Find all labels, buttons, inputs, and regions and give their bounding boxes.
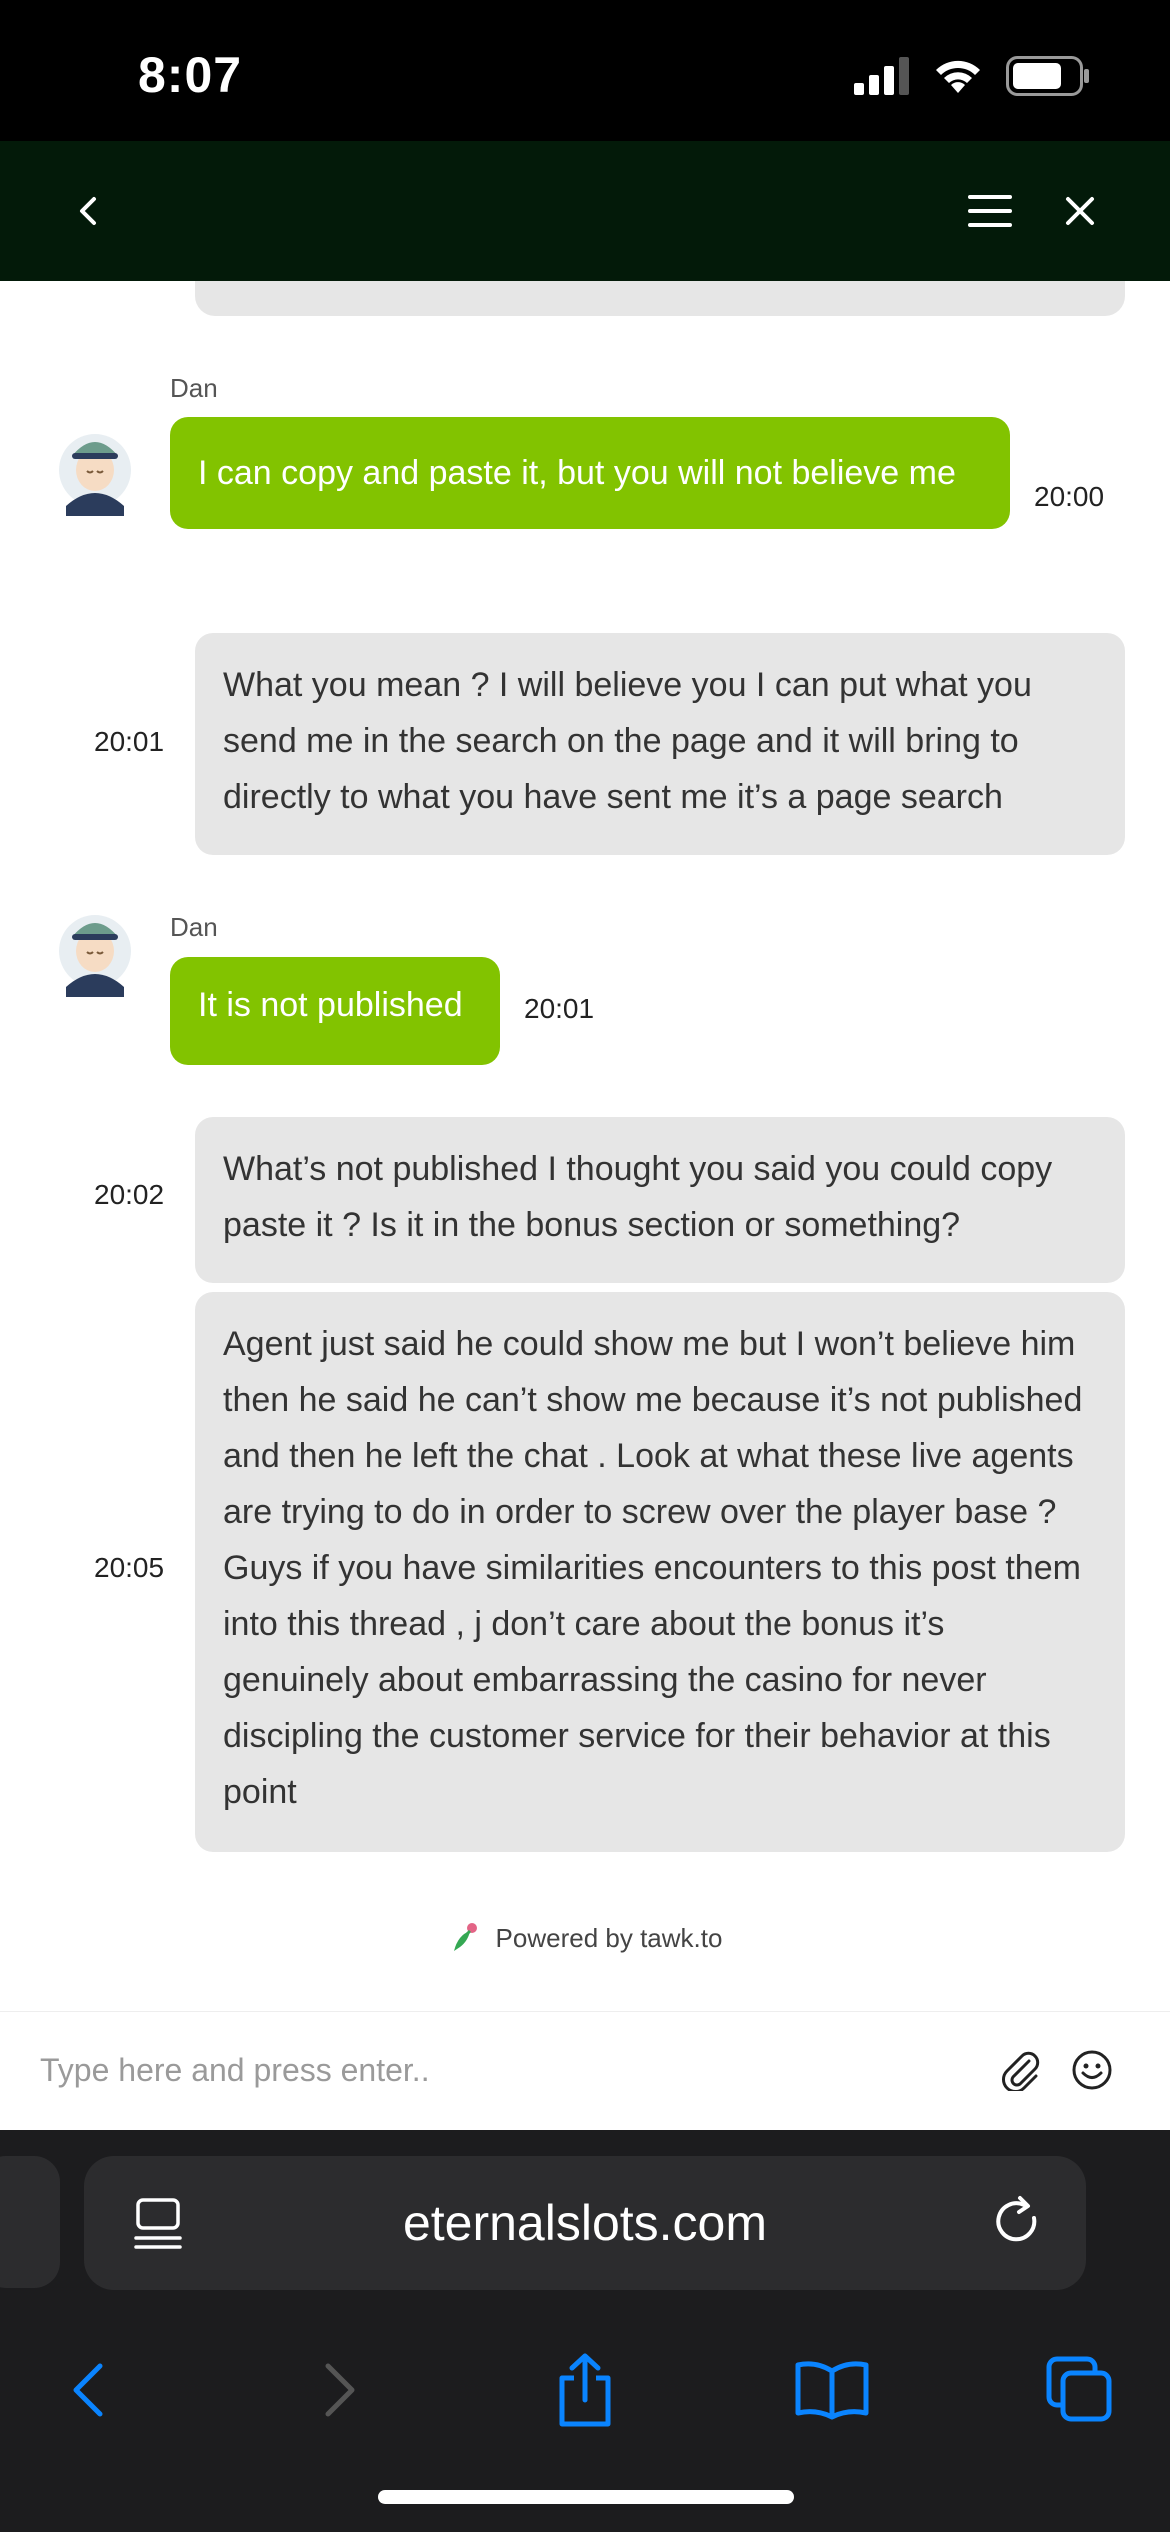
status-bar: 8:07 [0,0,1170,141]
chat-header [0,141,1170,281]
home-indicator[interactable] [378,2490,794,2504]
status-icons [854,56,1090,96]
message-timestamp: 20:01 [94,726,165,757]
close-button[interactable] [1052,183,1108,239]
back-button[interactable] [60,183,116,239]
visitor-message-bubble: Agent just said he could show me but I w… [195,1292,1125,1852]
battery-icon [1006,56,1089,96]
agent-avatar [59,434,131,516]
status-time: 8:07 [138,47,243,103]
menu-button[interactable] [962,183,1018,239]
bookmarks-button[interactable] [792,2350,872,2430]
visitor-message-bubble: What you mean ? I will believe you I can… [195,633,1125,855]
bookmarks-book-icon [795,2361,869,2420]
tabs-button[interactable] [1040,2350,1120,2430]
tawk-logo-icon [453,1923,477,1951]
wifi-icon [936,60,980,93]
message-timestamp: 20:01 [524,993,595,1024]
powered-by-text[interactable]: Powered by tawk.to [496,1923,723,1954]
message-text: Agent just said he could show me but I w… [223,1325,1083,1811]
close-icon [1066,197,1094,225]
browser-bottom-bar: eternalslots.com [0,2130,1170,2532]
message-input[interactable] [40,2042,940,2098]
previous-message-bubble [195,281,1125,316]
agent-message-bubble: It is not published [170,957,500,1065]
cellular-signal-icon [854,57,909,95]
tabs-icon [1046,2356,1112,2422]
reload-icon[interactable] [990,2194,1046,2250]
agent-name: Dan [170,373,218,403]
smiley-icon [1072,2050,1112,2090]
chevron-left-icon [80,197,96,225]
agent-name: Dan [170,912,218,942]
attach-file-button[interactable] [996,2046,1044,2094]
url-text[interactable]: eternalslots.com [84,2194,1086,2252]
message-text: What you mean ? I will believe you I can… [223,666,1032,816]
browser-back-button[interactable] [48,2350,128,2430]
message-text: It is not published [198,986,463,1024]
address-bar[interactable]: eternalslots.com [84,2156,1086,2290]
message-timestamp: 20:05 [94,1552,165,1583]
browser-forward-button[interactable] [300,2350,380,2430]
message-text: I can copy and paste it, but you will no… [198,454,956,492]
powered-by[interactable]: Powered by tawk.to [0,1921,1170,1955]
agent-avatar [59,915,131,997]
previous-tab-preview[interactable] [0,2156,60,2288]
share-icon [559,2353,611,2427]
message-text: What’s not published I thought you said … [223,1150,1053,1244]
message-timestamp: 20:02 [94,1179,165,1210]
hamburger-icon [968,195,1012,227]
message-composer [0,2011,1170,2130]
back-arrow-icon [73,2363,103,2417]
message-timestamp: 20:00 [1034,481,1105,512]
chat-messages[interactable]: Dan I can copy and paste it, but you wil… [0,281,1170,2130]
agent-message-bubble: I can copy and paste it, but you will no… [170,417,1010,529]
browser-toolbar [0,2330,1170,2450]
emoji-button[interactable] [1068,2046,1116,2094]
visitor-message-bubble: What’s not published I thought you said … [195,1117,1125,1283]
forward-arrow-icon [325,2363,355,2417]
paperclip-icon [1002,2051,1040,2091]
share-button[interactable] [545,2350,625,2430]
